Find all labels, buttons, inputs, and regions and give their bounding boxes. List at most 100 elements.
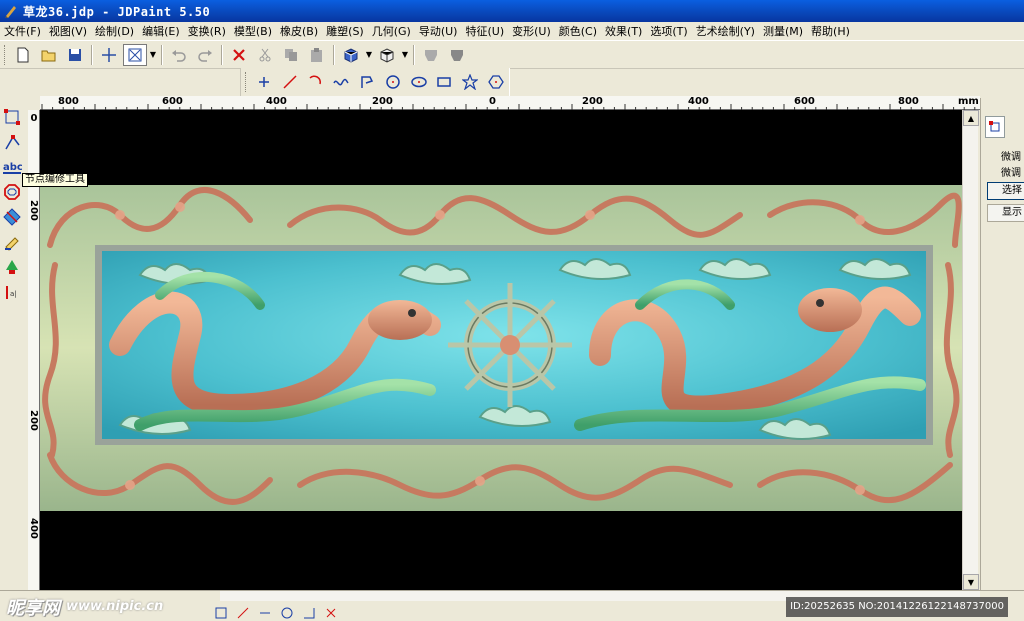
cube-view-icon[interactable] (339, 44, 363, 66)
scroll-down-icon[interactable]: ▼ (963, 574, 979, 590)
draw-toolbar (240, 68, 510, 96)
shape-a-icon[interactable] (419, 44, 443, 66)
zoom-box-icon[interactable] (123, 43, 147, 66)
node-edit-icon[interactable] (0, 130, 24, 154)
paste-icon[interactable] (305, 44, 329, 66)
polyline-icon[interactable] (355, 71, 379, 93)
ellipse-icon[interactable] (407, 71, 431, 93)
ruler-label: 800 (58, 96, 79, 107)
cut-icon[interactable] (253, 44, 277, 66)
toolbar-separator (413, 44, 415, 65)
menu-item[interactable]: 测量(M) (759, 23, 807, 39)
right-panel: 微调 微调 选择 显示 (980, 98, 1024, 590)
chevron-down-icon[interactable]: ▼ (400, 44, 410, 66)
polygon-icon[interactable] (484, 71, 508, 93)
rectangle-icon[interactable] (433, 71, 457, 93)
measure-icon[interactable]: a| (0, 280, 24, 304)
menu-item[interactable]: 艺术绘制(Y) (692, 23, 759, 39)
ruler-label: 0 (30, 113, 38, 124)
menu-item[interactable]: 帮助(H) (807, 23, 854, 39)
cube-wire-icon[interactable] (375, 44, 399, 66)
canvas-viewport[interactable] (40, 110, 962, 590)
save-icon[interactable] (63, 44, 87, 66)
toolbar-separator (221, 44, 223, 65)
title-bar: 草龙36.jdp - JDPaint 5.50 (0, 0, 1024, 22)
text-tool-icon[interactable]: abc (0, 155, 24, 179)
ruler-label: 200 (28, 410, 39, 431)
align-icon[interactable] (232, 604, 254, 621)
left-toolbar: abc a| (0, 104, 26, 314)
ruler-label: 200 (582, 96, 603, 107)
scale-icon[interactable] (298, 604, 320, 621)
ruler-label: 200 (28, 200, 39, 221)
menu-item[interactable]: 编辑(E) (138, 23, 184, 39)
node-tool-icon[interactable] (210, 604, 232, 621)
paint-icon[interactable] (0, 230, 24, 254)
redo-icon[interactable] (193, 44, 217, 66)
crosshair-icon[interactable] (97, 44, 121, 66)
ruler-label: 600 (794, 96, 815, 107)
array-icon[interactable] (320, 604, 342, 621)
mirror-icon[interactable] (254, 604, 276, 621)
menu-item[interactable]: 特征(U) (461, 23, 508, 39)
menu-item[interactable]: 视图(V) (45, 23, 91, 39)
fine-tune-label: 微调 (1001, 168, 1021, 179)
transform-icon[interactable] (0, 205, 24, 229)
line-icon[interactable] (278, 71, 302, 93)
window-title: 草龙36.jdp - JDPaint 5.50 (23, 4, 211, 19)
undo-icon[interactable] (167, 44, 191, 66)
new-file-icon[interactable] (11, 44, 35, 66)
watermark: 昵享网 www.nipic.cn (0, 591, 163, 621)
menu-item[interactable]: 几何(G) (368, 23, 415, 39)
copy-icon[interactable] (279, 44, 303, 66)
menu-item[interactable]: 模型(B) (230, 23, 276, 39)
ruler-label: 400 (688, 96, 709, 107)
ruler-label: 400 (28, 518, 39, 539)
ruler-label: 200 (372, 96, 393, 107)
panel-tab[interactable] (985, 116, 1005, 138)
octagon-icon[interactable] (0, 180, 24, 204)
ruler-label: 400 (266, 96, 287, 107)
watermark-brand: 昵享网 (6, 597, 60, 619)
tooltip: 节点编修工具 (22, 173, 88, 187)
scroll-up-icon[interactable]: ▲ (963, 110, 979, 126)
fine-tune-label: 微调 (1001, 152, 1021, 163)
menu-item[interactable]: 雕塑(S) (322, 23, 368, 39)
menu-item[interactable]: 导动(U) (415, 23, 462, 39)
chevron-down-icon[interactable]: ▼ (148, 44, 158, 66)
shape-b-icon[interactable] (445, 44, 469, 66)
open-folder-icon[interactable] (37, 44, 61, 66)
rotate-icon[interactable] (276, 604, 298, 621)
menu-item[interactable]: 颜色(C) (555, 23, 601, 39)
svg-text:a|: a| (10, 290, 17, 298)
point-icon[interactable] (252, 71, 276, 93)
svg-text:abc: abc (3, 162, 22, 173)
circle-icon[interactable] (381, 71, 405, 93)
select-button[interactable]: 选择 (987, 182, 1024, 200)
sculpt-icon[interactable] (0, 255, 24, 279)
menu-item[interactable]: 变形(U) (508, 23, 555, 39)
menu-item[interactable]: 绘制(D) (91, 23, 138, 39)
select-node-icon[interactable] (0, 105, 24, 129)
menu-item[interactable]: 文件(F) (0, 23, 45, 39)
toolbar-separator (91, 44, 93, 65)
star-icon[interactable] (458, 71, 482, 93)
menu-bar: 文件(F) 视图(V) 绘制(D) 编辑(E) 变换(R) 模型(B) 橡皮(B) 雕塑(S)… (0, 22, 1024, 41)
menu-item[interactable]: 效果(T) (601, 23, 646, 39)
menu-item[interactable]: 变换(R) (184, 23, 230, 39)
delete-icon[interactable] (227, 44, 251, 66)
main-toolbar: ▼ ▼ ▼ (0, 41, 1024, 69)
toolbar-grip[interactable] (4, 44, 7, 65)
arc-icon[interactable] (304, 71, 328, 93)
ruler-label: 800 (898, 96, 919, 107)
ruler-unit: mm (958, 96, 979, 107)
display-button[interactable]: 显示 (987, 204, 1024, 222)
bottom-bar: 昵享网 www.nipic.cn ID:20252635 NO:20141226… (0, 590, 1024, 621)
chevron-down-icon[interactable]: ▼ (364, 44, 374, 66)
toolbar-separator (333, 44, 335, 65)
toolbar-grip[interactable] (245, 72, 248, 92)
menu-item[interactable]: 选项(T) (646, 23, 691, 39)
vertical-scrollbar[interactable]: ▲ ▼ (962, 110, 979, 590)
menu-item[interactable]: 橡皮(B) (276, 23, 322, 39)
spline-icon[interactable] (329, 71, 353, 93)
